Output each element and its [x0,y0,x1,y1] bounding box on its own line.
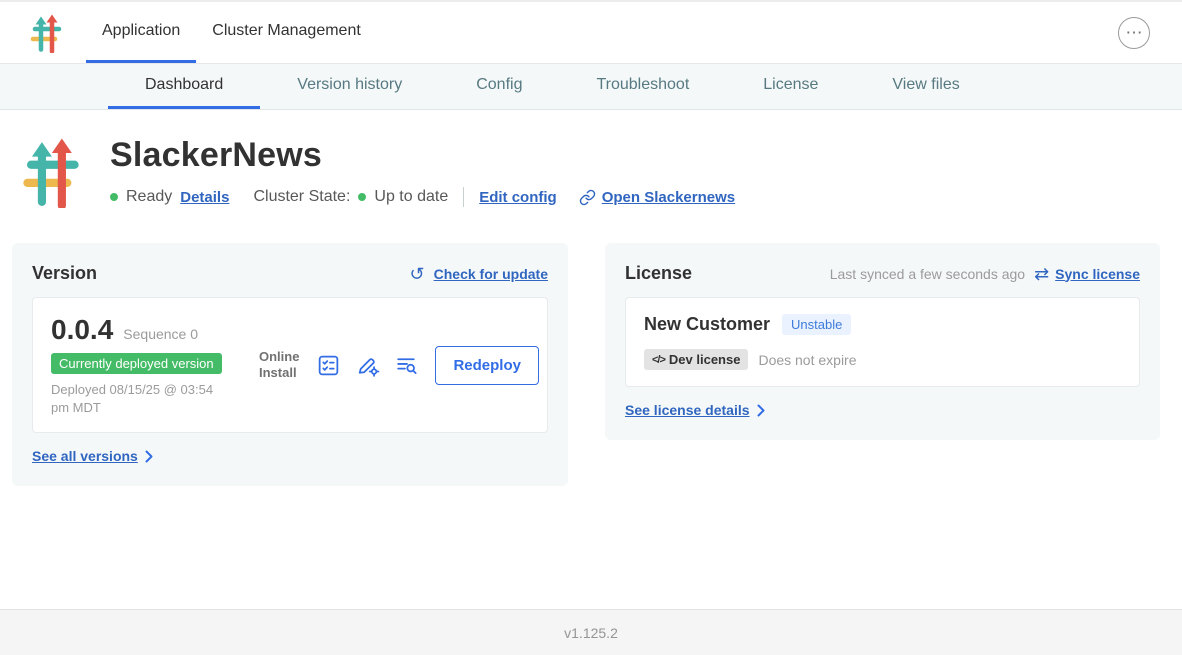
tab-cluster-management-label: Cluster Management [212,22,361,40]
license-card-title: License [625,263,692,284]
install-type-line1: Online [259,349,299,365]
edit-config-link[interactable]: Edit config [479,189,557,206]
sync-license-link[interactable]: ⇄ Sync license [1034,265,1140,283]
license-sync-group: Last synced a few seconds ago ⇄ Sync lic… [830,265,1140,283]
license-expiry-text: Does not expire [758,352,856,368]
app-subnav: Dashboard Version history Config Trouble… [0,64,1182,110]
subnav-tab-view-files-label: View files [892,76,959,94]
sync-icon: ⇄ [1034,265,1049,283]
license-type-label: Dev license [669,352,741,367]
version-info: 0.0.4 Sequence 0 Currently deployed vers… [51,314,259,416]
chevron-right-icon [145,450,153,463]
see-license-details-label: See license details [625,402,750,418]
overflow-menu-button[interactable]: ⋯ [1118,17,1150,49]
current-version-panel: 0.0.4 Sequence 0 Currently deployed vers… [32,297,548,433]
console-footer: v1.125.2 [0,609,1182,655]
tab-application[interactable]: Application [86,2,196,63]
link-icon [579,189,596,206]
subnav-tab-view-files[interactable]: View files [855,64,996,109]
redeploy-button[interactable]: Redeploy [435,346,539,385]
subnav-tab-config-label: Config [476,76,522,94]
see-all-versions-link[interactable]: See all versions [32,448,153,464]
version-actions: Online Install [259,346,539,385]
subnav-tab-troubleshoot-label: Troubleshoot [596,76,689,94]
divider [463,187,464,207]
slackernews-logo-icon [30,13,62,53]
console-version: v1.125.2 [564,625,618,641]
check-for-update-link[interactable]: ↺ Check for update [410,265,548,283]
subnav-tab-license-label: License [763,76,818,94]
edit-config-button[interactable] [354,352,380,378]
logs-search-icon [394,353,419,378]
code-icon: </> [652,354,665,366]
customer-name: New Customer [644,314,770,335]
tab-cluster-management[interactable]: Cluster Management [196,2,377,63]
preflight-checks-button[interactable] [315,352,341,378]
config-gear-pencil-icon [355,353,380,378]
version-number-row: 0.0.4 Sequence 0 [51,314,259,346]
install-type-label: Online Install [259,349,299,382]
tab-application-label: Application [102,22,180,40]
ellipsis-icon: ⋯ [1126,24,1143,41]
open-app-label: Open Slackernews [602,189,735,206]
version-card-title: Version [32,263,97,284]
subnav-tab-license[interactable]: License [726,64,855,109]
license-card: License Last synced a few seconds ago ⇄ … [605,243,1160,440]
app-logo-large [22,136,80,213]
refresh-icon: ↺ [410,265,425,283]
page-title: SlackerNews [110,136,735,175]
cluster-state-label: Cluster State: [253,188,350,206]
open-app-link[interactable]: Open Slackernews [579,189,735,206]
hero-text: SlackerNews Ready Details Cluster State:… [110,136,735,213]
app-status-row: Ready Details Cluster State: Up to date … [110,187,735,207]
subnav-tab-version-history-label: Version history [297,76,402,94]
view-logs-button[interactable] [393,352,419,378]
license-customer-row: New Customer Unstable [644,314,1121,335]
app-hero: SlackerNews Ready Details Cluster State:… [0,110,1182,213]
see-license-details-link[interactable]: See license details [625,402,765,418]
see-all-versions-label: See all versions [32,448,138,464]
app-status-text: Ready [126,188,172,206]
check-for-update-label: Check for update [434,266,548,282]
chevron-right-icon [757,404,765,417]
last-synced-text: Last synced a few seconds ago [830,266,1025,282]
subnav-tab-troubleshoot[interactable]: Troubleshoot [559,64,726,109]
subnav-tab-version-history[interactable]: Version history [260,64,439,109]
subnav-tab-config[interactable]: Config [439,64,559,109]
version-card-header: Version ↺ Check for update [32,263,548,284]
app-logo-small [30,2,62,63]
channel-badge: Unstable [782,314,851,335]
license-type-badge: </> Dev license [644,349,748,370]
details-link[interactable]: Details [180,189,229,206]
dashboard-cards: Version ↺ Check for update 0.0.4 Sequenc… [0,243,1182,486]
app-header: Application Cluster Management ⋯ [0,2,1182,64]
ready-status-dot [110,193,118,201]
version-number: 0.0.4 [51,314,113,346]
cluster-state-text: Up to date [374,188,448,206]
slackernews-logo-icon [22,136,80,208]
license-type-row: </> Dev license Does not expire [644,349,1121,370]
preflight-checklist-icon [316,353,341,378]
version-card: Version ↺ Check for update 0.0.4 Sequenc… [12,243,568,486]
install-type-line2: Install [259,365,299,381]
subnav-tab-dashboard[interactable]: Dashboard [108,64,260,109]
deployed-badge: Currently deployed version [51,353,222,374]
license-panel: New Customer Unstable </> Dev license Do… [625,297,1140,387]
license-card-header: License Last synced a few seconds ago ⇄ … [625,263,1140,284]
subnav-tab-dashboard-label: Dashboard [145,76,223,94]
deployed-timestamp: Deployed 08/15/25 @ 03:54 pm MDT [51,381,223,416]
sync-license-label: Sync license [1055,266,1140,282]
header-tabs: Application Cluster Management [86,2,377,63]
sequence-label: Sequence 0 [123,326,198,342]
cluster-state-dot [358,193,366,201]
